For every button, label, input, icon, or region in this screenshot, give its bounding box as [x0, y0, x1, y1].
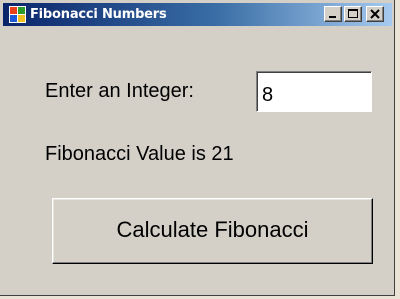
close-icon: [370, 9, 380, 19]
app-window-icon: [9, 6, 26, 23]
app-window: Fibonacci Numbers Enter an Integer: Fibo…: [0, 0, 395, 296]
minimize-button[interactable]: [324, 6, 342, 22]
title-bar[interactable]: Fibonacci Numbers: [3, 3, 392, 26]
maximize-icon: [348, 9, 358, 18]
window-title: Fibonacci Numbers: [30, 7, 167, 22]
minimize-icon: [329, 16, 336, 18]
calculate-fibonacci-button[interactable]: Calculate Fibonacci: [52, 198, 373, 264]
integer-input[interactable]: [256, 71, 372, 112]
integer-input-label: Enter an Integer:: [45, 80, 194, 102]
close-button[interactable]: [366, 6, 384, 22]
fibonacci-result-text: Fibonacci Value is 21: [45, 143, 234, 165]
maximize-button[interactable]: [344, 6, 362, 22]
